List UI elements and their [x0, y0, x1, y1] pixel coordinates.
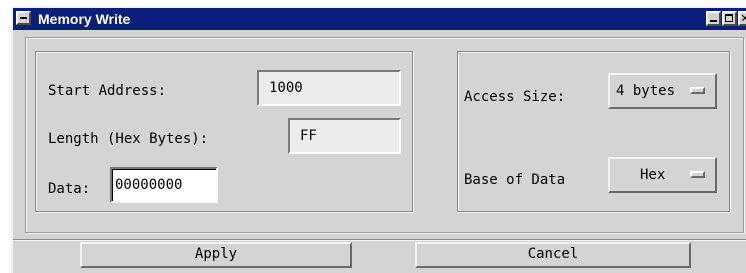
access-size-value: 4 bytes [616, 83, 676, 99]
option-menu-indicator-icon [690, 87, 705, 94]
access-size-label: Access Size: [464, 89, 566, 105]
maximize-icon[interactable] [722, 11, 737, 26]
system-menu-icon[interactable] [16, 11, 31, 25]
base-of-data-option-menu[interactable]: Hex [608, 157, 717, 193]
length-input[interactable]: FF [288, 118, 401, 154]
base-of-data-label: Base of Data [464, 172, 566, 188]
memory-write-dialog: Memory Write ✕ Start Address: 1000 Lengt… [11, 6, 746, 273]
option-menu-indicator-icon [690, 171, 705, 178]
close-icon[interactable]: ✕ [738, 11, 746, 26]
access-size-option-menu[interactable]: 4 bytes [608, 73, 717, 109]
base-of-data-value: Hex [640, 167, 666, 183]
window-title: Memory Write [38, 11, 131, 27]
address-fields-group: Start Address: 1000 Length (Hex Bytes): … [35, 51, 413, 212]
start-address-input[interactable]: 1000 [257, 70, 401, 106]
title-bar[interactable]: Memory Write ✕ [13, 8, 746, 30]
cancel-button[interactable]: Cancel [415, 242, 691, 268]
start-address-label: Start Address: [48, 83, 167, 99]
length-label: Length (Hex Bytes): [48, 131, 209, 147]
minimize-icon[interactable] [706, 11, 721, 26]
data-input[interactable]: 00000000 [110, 167, 218, 203]
apply-button[interactable]: Apply [80, 242, 352, 268]
button-separator [13, 239, 746, 241]
data-label: Data: [48, 181, 91, 197]
access-options-group: Access Size: 4 bytes Base of Data Hex [457, 51, 730, 212]
